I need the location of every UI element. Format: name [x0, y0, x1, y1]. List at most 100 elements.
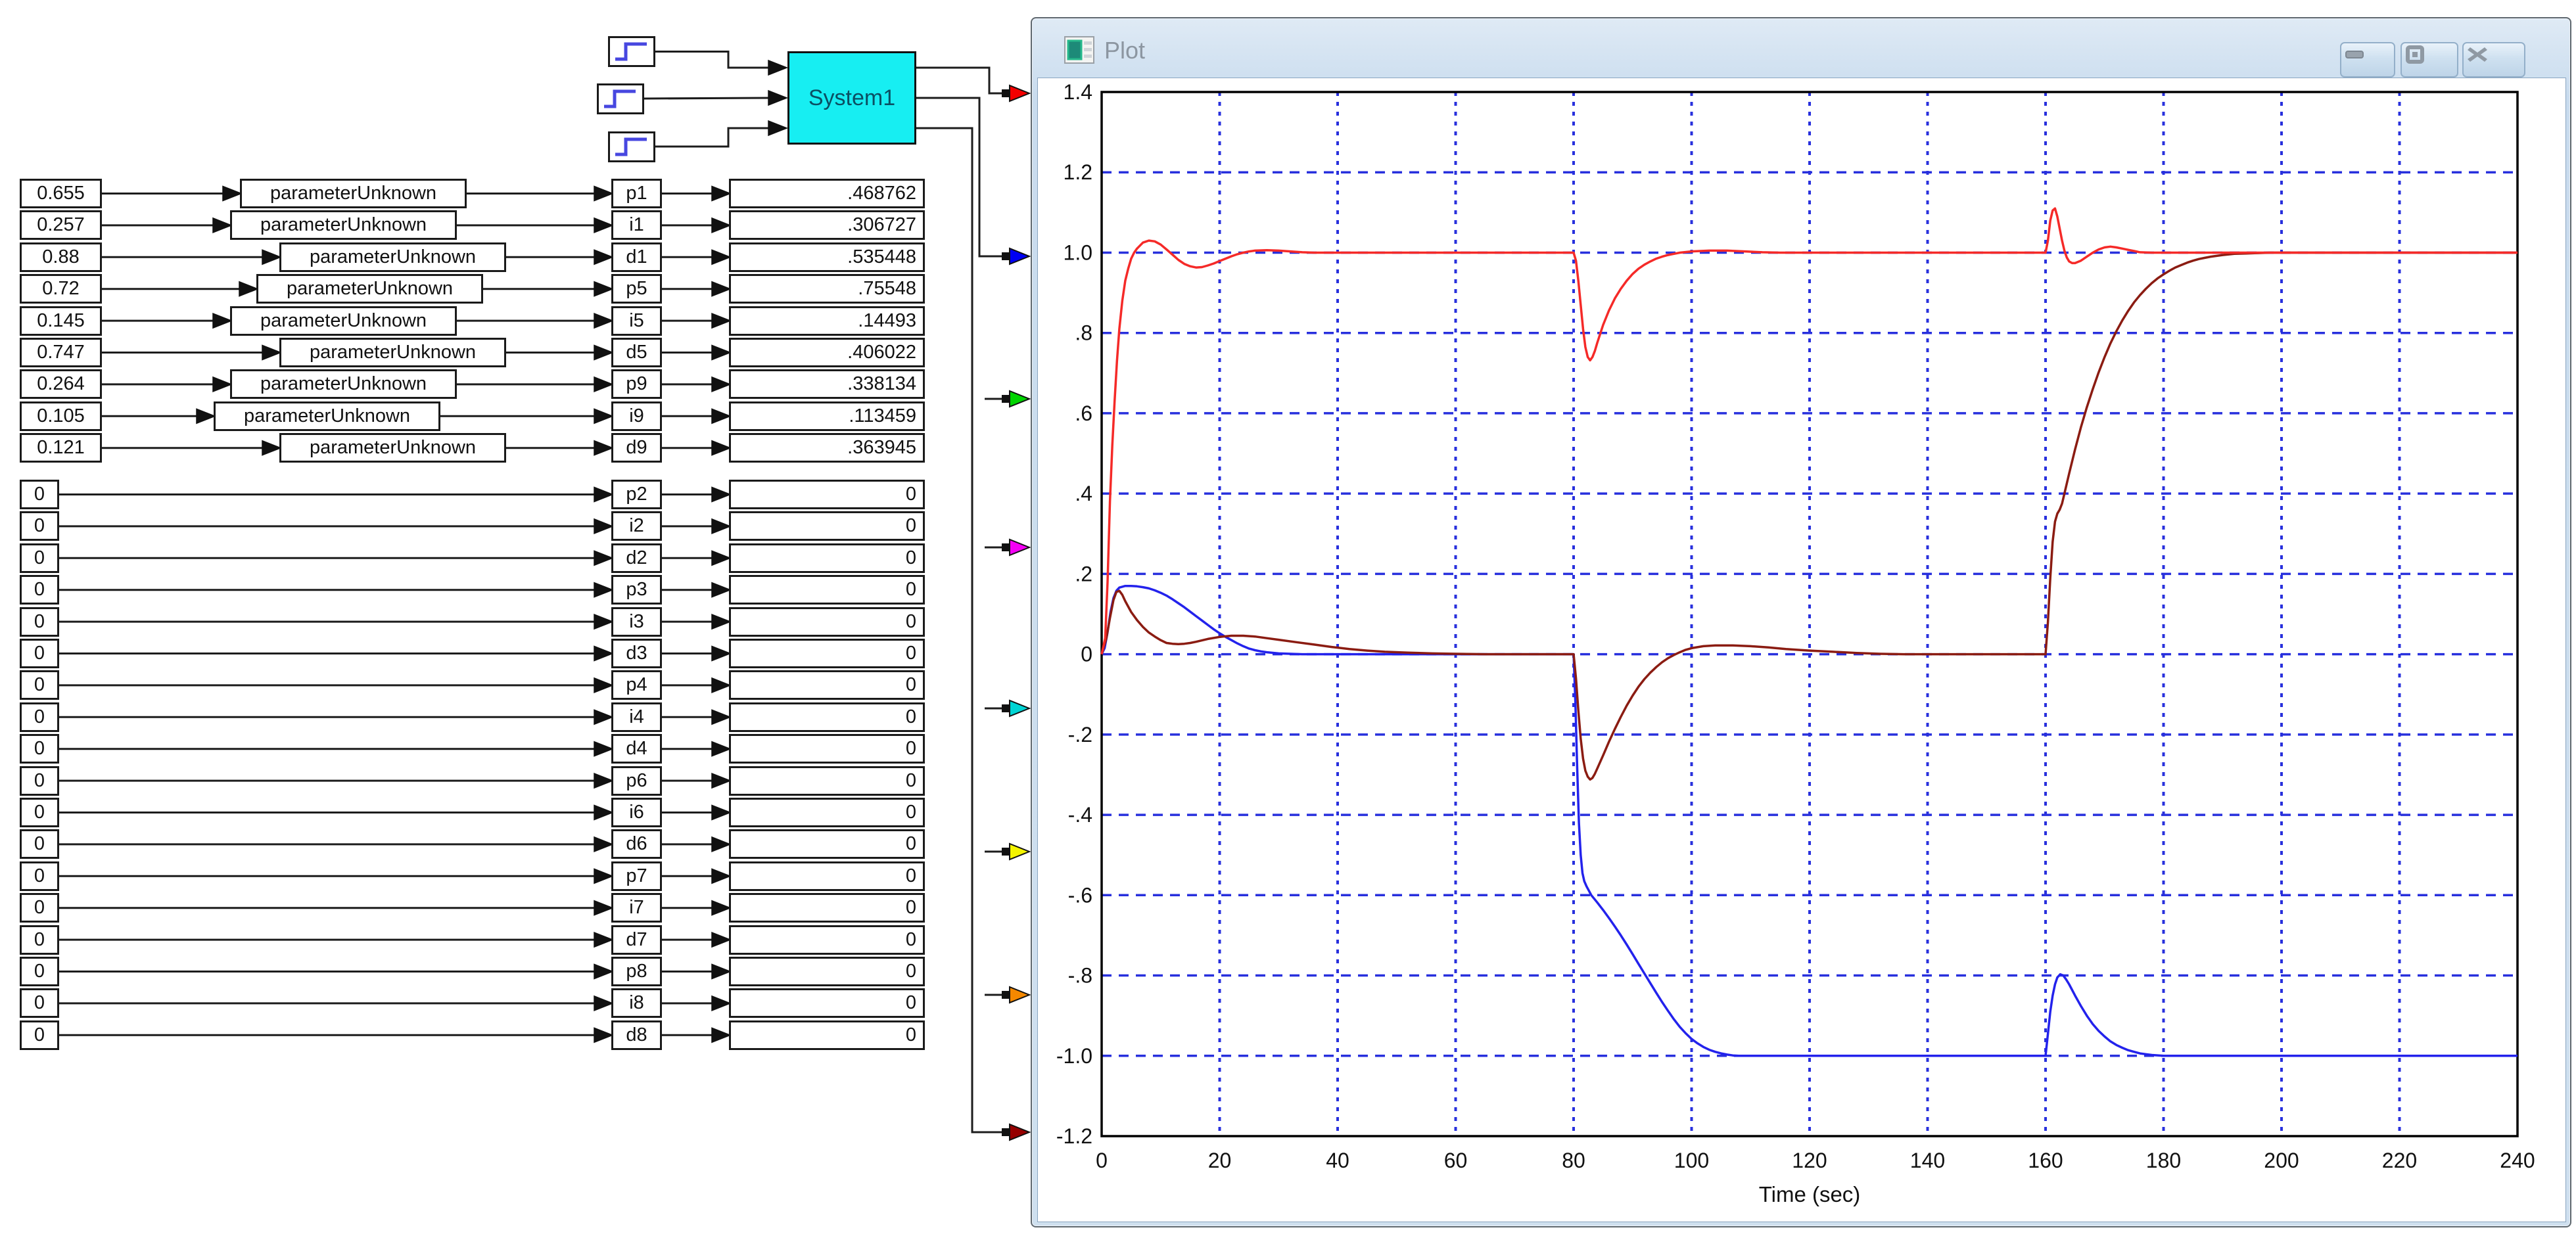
parameter-unknown-block-i5[interactable]: parameterUnknown [230, 306, 457, 336]
value-display-block-d9[interactable]: .363945 [729, 433, 925, 463]
step-source-block-1[interactable] [608, 36, 655, 67]
const-block-i7[interactable]: 0 [20, 893, 59, 923]
pid-label-block-p7[interactable]: p7 [611, 861, 662, 891]
value-display-block-i4[interactable]: 0 [729, 702, 925, 732]
pid-label-block-d1[interactable]: d1 [611, 242, 662, 272]
value-display-block-d5[interactable]: .406022 [729, 338, 925, 367]
const-block-p4[interactable]: 0 [20, 670, 59, 700]
value-display-block-p8[interactable]: 0 [729, 957, 925, 986]
pid-label-block-d5[interactable]: d5 [611, 338, 662, 367]
const-block-p1[interactable]: 0.655 [20, 179, 102, 208]
value-display-block-d1[interactable]: .535448 [729, 242, 925, 272]
plot-input-arrow-orange[interactable] [1010, 987, 1029, 1003]
maximize-button[interactable] [2400, 42, 2458, 78]
pid-label-block-d6[interactable]: d6 [611, 829, 662, 859]
value-display-block-p5[interactable]: .75548 [729, 274, 925, 304]
const-block-d7[interactable]: 0 [20, 925, 59, 955]
pid-label-block-d2[interactable]: d2 [611, 543, 662, 573]
pid-label-block-i6[interactable]: i6 [611, 798, 662, 827]
pid-label-block-d4[interactable]: d4 [611, 734, 662, 764]
value-display-block-i9[interactable]: .113459 [729, 401, 925, 431]
pid-label-block-i4[interactable]: i4 [611, 702, 662, 732]
const-block-d4[interactable]: 0 [20, 734, 59, 764]
pid-label-block-p4[interactable]: p4 [611, 670, 662, 700]
const-block-i4[interactable]: 0 [20, 702, 59, 732]
value-display-block-p4[interactable]: 0 [729, 670, 925, 700]
value-display-block-i8[interactable]: 0 [729, 988, 925, 1018]
value-display-block-d4[interactable]: 0 [729, 734, 925, 764]
value-display-block-p6[interactable]: 0 [729, 766, 925, 796]
plot-window-title-bar[interactable]: Plot [1032, 18, 2570, 79]
value-display-block-i3[interactable]: 0 [729, 607, 925, 637]
pid-label-block-p9[interactable]: p9 [611, 369, 662, 399]
parameter-unknown-block-i1[interactable]: parameterUnknown [230, 210, 457, 240]
pid-label-block-p5[interactable]: p5 [611, 274, 662, 304]
minimize-button[interactable] [2340, 42, 2395, 78]
const-block-i9[interactable]: 0.105 [20, 401, 102, 431]
value-display-block-p1[interactable]: .468762 [729, 179, 925, 208]
value-display-block-i6[interactable]: 0 [729, 798, 925, 827]
pid-label-block-i1[interactable]: i1 [611, 210, 662, 240]
const-block-i1[interactable]: 0.257 [20, 210, 102, 240]
const-block-i8[interactable]: 0 [20, 988, 59, 1018]
const-block-p2[interactable]: 0 [20, 480, 59, 509]
value-display-block-p9[interactable]: .338134 [729, 369, 925, 399]
const-block-p6[interactable]: 0 [20, 766, 59, 796]
parameter-unknown-block-d1[interactable]: parameterUnknown [279, 242, 506, 272]
pid-label-block-p1[interactable]: p1 [611, 179, 662, 208]
parameter-unknown-block-d5[interactable]: parameterUnknown [279, 338, 506, 367]
value-display-block-d8[interactable]: 0 [729, 1020, 925, 1050]
const-block-d9[interactable]: 0.121 [20, 433, 102, 463]
step-source-block-2[interactable] [597, 83, 644, 114]
step-source-block-3[interactable] [608, 131, 655, 162]
const-block-d3[interactable]: 0 [20, 639, 59, 668]
pid-label-block-i5[interactable]: i5 [611, 306, 662, 336]
pid-label-block-i8[interactable]: i8 [611, 988, 662, 1018]
const-block-p7[interactable]: 0 [20, 861, 59, 891]
parameter-unknown-block-p9[interactable]: parameterUnknown [230, 369, 457, 399]
pid-label-block-p2[interactable]: p2 [611, 480, 662, 509]
parameter-unknown-block-p1[interactable]: parameterUnknown [240, 179, 467, 208]
close-button[interactable] [2462, 42, 2525, 78]
pid-label-block-i2[interactable]: i2 [611, 511, 662, 541]
const-block-p5[interactable]: 0.72 [20, 274, 102, 304]
value-display-block-i2[interactable]: 0 [729, 511, 925, 541]
plot-input-arrow-yellow[interactable] [1010, 844, 1029, 859]
plot-input-arrow-red[interactable] [1010, 85, 1029, 101]
parameter-unknown-block-p5[interactable]: parameterUnknown [256, 274, 483, 304]
pid-label-block-d9[interactable]: d9 [611, 433, 662, 463]
pid-label-block-d8[interactable]: d8 [611, 1020, 662, 1050]
const-block-p9[interactable]: 0.264 [20, 369, 102, 399]
parameter-unknown-block-d9[interactable]: parameterUnknown [279, 433, 506, 463]
const-block-i3[interactable]: 0 [20, 607, 59, 637]
const-block-i5[interactable]: 0.145 [20, 306, 102, 336]
plot-input-arrow-cyan[interactable] [1010, 700, 1029, 716]
value-display-block-p7[interactable]: 0 [729, 861, 925, 891]
value-display-block-d3[interactable]: 0 [729, 639, 925, 668]
value-display-block-d6[interactable]: 0 [729, 829, 925, 859]
pid-label-block-i9[interactable]: i9 [611, 401, 662, 431]
value-display-block-d7[interactable]: 0 [729, 925, 925, 955]
value-display-block-i7[interactable]: 0 [729, 893, 925, 923]
parameter-unknown-block-i9[interactable]: parameterUnknown [214, 401, 440, 431]
const-block-d2[interactable]: 0 [20, 543, 59, 573]
pid-label-block-d7[interactable]: d7 [611, 925, 662, 955]
const-block-d8[interactable]: 0 [20, 1020, 59, 1050]
system1-block[interactable]: System1 [787, 51, 916, 145]
pid-label-block-p3[interactable]: p3 [611, 575, 662, 605]
value-display-block-d2[interactable]: 0 [729, 543, 925, 573]
value-display-block-i1[interactable]: .306727 [729, 210, 925, 240]
plot-input-arrow-green[interactable] [1010, 391, 1029, 407]
value-display-block-p3[interactable]: 0 [729, 575, 925, 605]
plot-input-arrow-blue[interactable] [1010, 248, 1029, 264]
const-block-d1[interactable]: 0.88 [20, 242, 102, 272]
plot-input-arrow-dark-red[interactable] [1010, 1124, 1029, 1140]
const-block-d6[interactable]: 0 [20, 829, 59, 859]
const-block-p8[interactable]: 0 [20, 957, 59, 986]
pid-label-block-i7[interactable]: i7 [611, 893, 662, 923]
pid-label-block-p8[interactable]: p8 [611, 957, 662, 986]
value-display-block-i5[interactable]: .14493 [729, 306, 925, 336]
pid-label-block-p6[interactable]: p6 [611, 766, 662, 796]
pid-label-block-d3[interactable]: d3 [611, 639, 662, 668]
plot-input-arrow-magenta[interactable] [1010, 539, 1029, 555]
